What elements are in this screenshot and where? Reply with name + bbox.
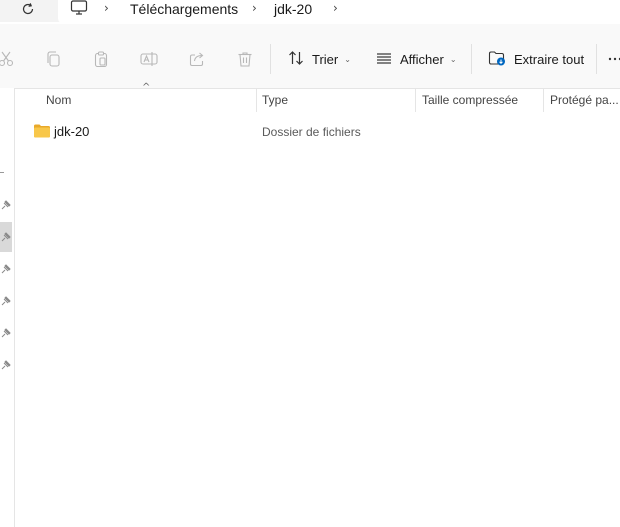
folder-icon — [33, 123, 51, 139]
pin-icon[interactable] — [0, 294, 12, 308]
view-button[interactable]: Afficher ⌄ — [376, 46, 457, 72]
chevron-down-icon: ⌄ — [344, 54, 351, 64]
computer-icon[interactable] — [70, 0, 88, 16]
refresh-icon[interactable] — [18, 0, 38, 18]
column-header-compressed-size[interactable]: Taille compressée — [422, 88, 540, 112]
cut-icon[interactable] — [0, 50, 15, 68]
column-divider[interactable] — [256, 88, 257, 112]
rename-icon[interactable] — [140, 50, 158, 68]
more-icon[interactable] — [608, 50, 620, 68]
delete-icon[interactable] — [236, 50, 254, 68]
share-icon[interactable] — [188, 50, 206, 68]
column-header-protected[interactable]: Protégé pa... — [550, 88, 620, 112]
breadcrumb-downloads[interactable]: Téléchargements — [130, 1, 238, 17]
chevron-right-icon[interactable]: › — [104, 1, 109, 15]
pin-icon[interactable] — [0, 222, 12, 252]
pin-icon[interactable] — [0, 262, 12, 276]
toolbar-divider — [596, 44, 597, 74]
pin-icon[interactable] — [0, 326, 12, 340]
chevron-right-icon[interactable]: › — [333, 1, 338, 15]
toolbar-divider — [270, 44, 271, 74]
extract-all-button[interactable]: Extraire tout — [488, 46, 584, 72]
sort-icon — [288, 50, 304, 69]
chevron-right-icon[interactable]: › — [252, 1, 257, 15]
sort-button[interactable]: Trier ⌄ — [288, 46, 351, 72]
paste-icon[interactable] — [92, 50, 110, 68]
column-header-type[interactable]: Type — [262, 88, 412, 112]
column-divider[interactable] — [543, 88, 544, 112]
address-bar-region: › Téléchargements › jdk-20 › — [0, 0, 620, 24]
file-type: Dossier de fichiers — [262, 125, 361, 139]
column-divider[interactable] — [415, 88, 416, 112]
sort-label: Trier — [312, 51, 339, 67]
view-label: Afficher — [400, 51, 444, 67]
view-list-icon — [376, 50, 392, 69]
breadcrumb-jdk20[interactable]: jdk-20 — [274, 1, 312, 17]
extract-folder-icon — [488, 50, 506, 69]
pin-icon[interactable] — [0, 198, 12, 212]
toolbar-divider — [471, 44, 472, 74]
file-row[interactable]: jdk-20 Dossier de fichiers — [28, 121, 620, 143]
pin-icon[interactable] — [0, 358, 12, 372]
copy-icon[interactable] — [44, 50, 62, 68]
extract-all-label: Extraire tout — [514, 51, 585, 67]
file-name[interactable]: jdk-20 — [54, 124, 89, 139]
chevron-down-icon: ⌄ — [449, 54, 457, 64]
nav-divider — [0, 172, 4, 173]
column-header-name[interactable]: Nom — [46, 88, 252, 112]
